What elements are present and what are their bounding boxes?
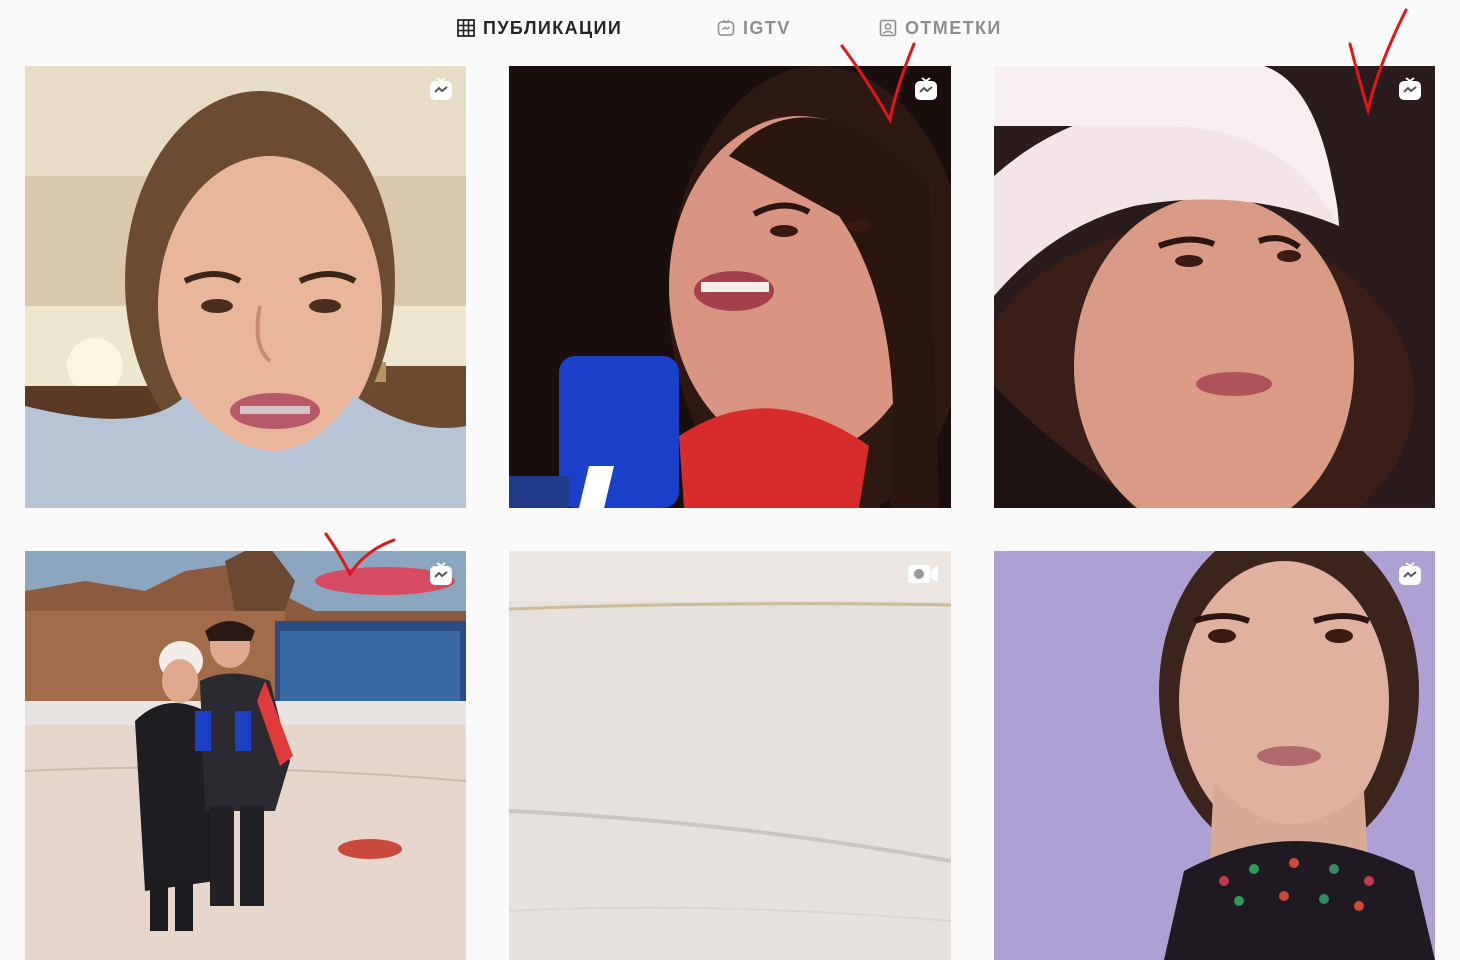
post-thumbnail-5[interactable] bbox=[509, 551, 951, 960]
tab-posts[interactable]: ПУБЛИКАЦИИ bbox=[457, 14, 622, 42]
igtv-icon bbox=[428, 561, 454, 587]
tagged-icon bbox=[879, 19, 897, 37]
post-image bbox=[25, 551, 466, 960]
post-thumbnail-2[interactable] bbox=[509, 66, 951, 508]
post-thumbnail-3[interactable] bbox=[994, 66, 1435, 508]
tab-posts-label: ПУБЛИКАЦИИ bbox=[483, 17, 623, 38]
igtv-icon bbox=[717, 19, 735, 37]
tab-igtv[interactable]: IGTV bbox=[717, 14, 791, 42]
profile-tabs: ПУБЛИКАЦИИ IGTV ОТМЕТКИ bbox=[0, 0, 1460, 56]
igtv-icon bbox=[1397, 76, 1423, 102]
post-image bbox=[509, 66, 951, 508]
igtv-icon bbox=[913, 76, 939, 102]
post-thumbnail-1[interactable] bbox=[25, 66, 466, 508]
post-image bbox=[509, 551, 951, 960]
igtv-icon bbox=[428, 76, 454, 102]
igtv-icon bbox=[1397, 561, 1423, 587]
post-thumbnail-4[interactable] bbox=[25, 551, 466, 960]
tab-tagged[interactable]: ОТМЕТКИ bbox=[879, 14, 1002, 42]
tab-igtv-label: IGTV bbox=[743, 17, 791, 38]
video-camera-icon bbox=[907, 561, 939, 587]
post-image bbox=[994, 66, 1435, 508]
post-image bbox=[25, 66, 466, 508]
grid-icon bbox=[457, 19, 475, 37]
post-thumbnail-6[interactable] bbox=[994, 551, 1435, 960]
tab-tagged-label: ОТМЕТКИ bbox=[905, 17, 1002, 38]
post-image bbox=[994, 551, 1435, 960]
